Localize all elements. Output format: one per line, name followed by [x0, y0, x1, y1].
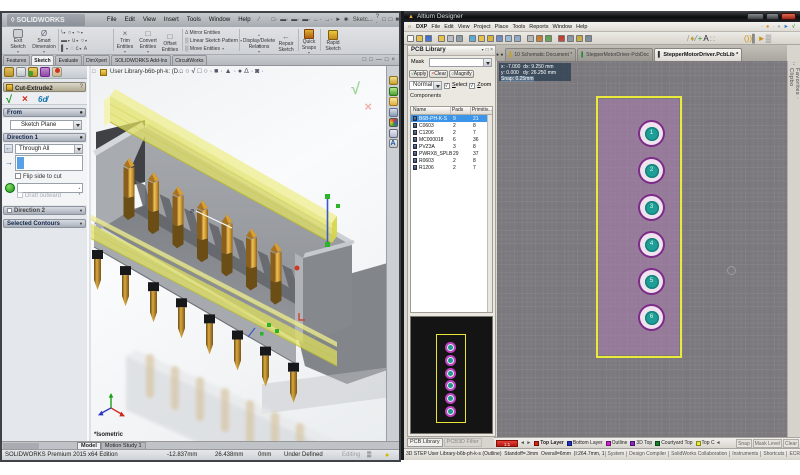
svg-text:ø: ø	[190, 208, 195, 215]
